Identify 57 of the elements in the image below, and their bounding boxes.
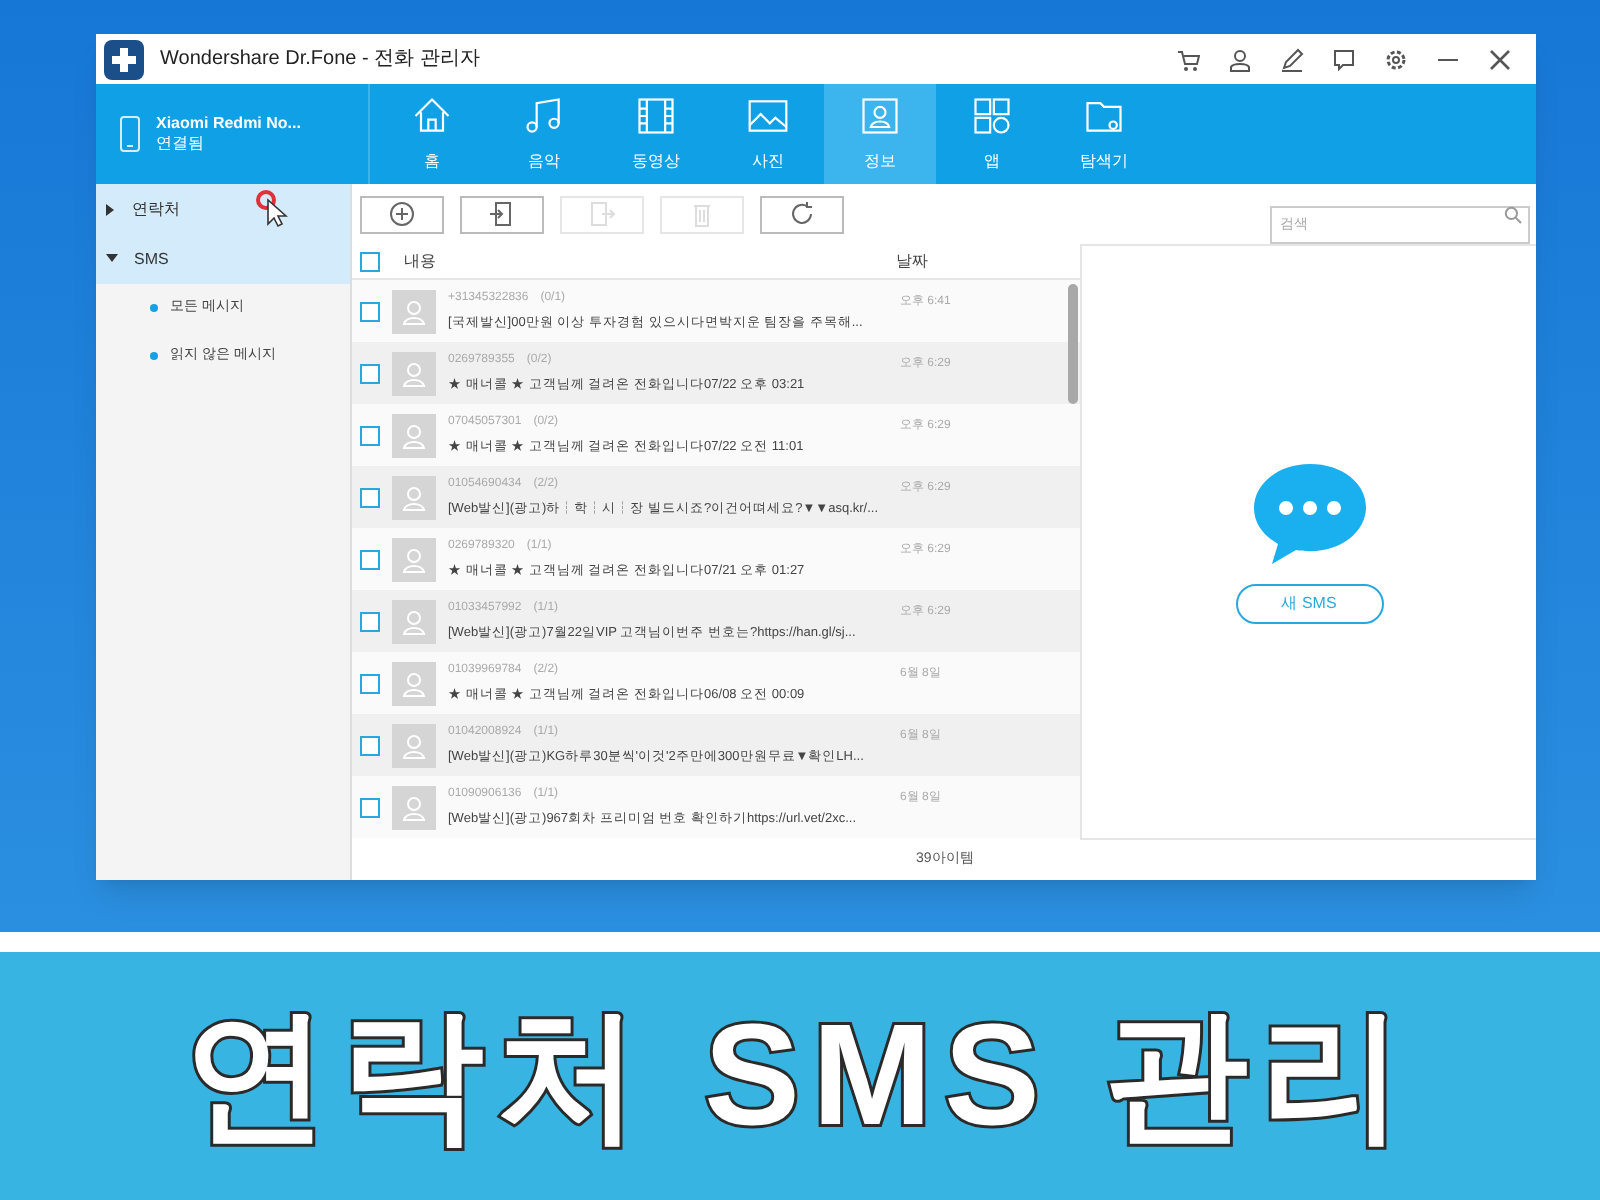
caret-down-icon <box>106 254 118 264</box>
pencil-icon[interactable] <box>1280 47 1304 71</box>
refresh-icon <box>788 200 816 228</box>
search-icon <box>1504 205 1522 223</box>
row-checkbox[interactable] <box>360 301 380 321</box>
window-title: Wondershare Dr.Fone - 전화 관리자 <box>160 46 480 74</box>
app-logo-icon <box>104 39 144 79</box>
avatar-icon <box>392 661 436 705</box>
scrollbar[interactable] <box>1068 284 1078 404</box>
row-checkbox[interactable] <box>360 611 380 631</box>
chat-icon[interactable] <box>1332 47 1356 71</box>
plus-circle-icon <box>388 200 416 228</box>
column-header: 날짜 <box>896 249 928 273</box>
contact-card-icon <box>858 94 902 138</box>
bullet-icon <box>150 304 158 312</box>
toolbar-button[interactable] <box>760 195 844 233</box>
import-icon <box>488 200 516 228</box>
toolbar-button[interactable] <box>360 195 444 233</box>
grid-icon <box>970 94 1014 138</box>
banner-title: 연락처 SMS 관리 <box>183 994 1417 1160</box>
bullet-icon <box>150 352 158 360</box>
film-icon <box>634 94 678 138</box>
picture-icon <box>746 94 790 138</box>
device-status: 연결됨 <box>156 134 206 154</box>
avatar-icon <box>392 413 436 457</box>
phone-icon <box>120 116 140 152</box>
row-checkbox[interactable] <box>360 735 380 755</box>
sidebar-item[interactable]: 연락처 <box>96 184 350 234</box>
avatar-icon <box>392 599 436 643</box>
row-checkbox[interactable] <box>360 549 380 569</box>
row-checkbox[interactable] <box>360 363 380 383</box>
settings-icon[interactable] <box>1384 47 1408 71</box>
toolbar-button[interactable] <box>460 195 544 233</box>
house-icon <box>410 94 454 138</box>
row-checkbox[interactable] <box>360 673 380 693</box>
row-checkbox[interactable] <box>360 797 380 817</box>
trash-icon <box>688 200 716 228</box>
sidebar-item[interactable]: SMS <box>96 234 350 284</box>
select-all-checkbox[interactable] <box>360 251 380 271</box>
cart-icon[interactable] <box>1176 47 1200 71</box>
close-icon[interactable] <box>1488 47 1512 71</box>
music-note-icon <box>522 94 566 138</box>
caret-right-icon <box>106 203 116 215</box>
avatar-icon <box>392 723 436 767</box>
user-icon[interactable] <box>1228 47 1252 71</box>
column-header: 내용 <box>404 249 438 273</box>
avatar-icon <box>392 785 436 829</box>
avatar-icon <box>392 475 436 519</box>
avatar-icon <box>392 351 436 395</box>
mouse-cursor-icon <box>256 190 288 230</box>
row-checkbox[interactable] <box>360 425 380 445</box>
avatar-icon <box>392 537 436 581</box>
avatar-icon <box>392 289 436 333</box>
chat-bubble-icon <box>1251 460 1367 568</box>
export-icon <box>588 200 616 228</box>
row-checkbox[interactable] <box>360 487 380 507</box>
device-name: Xiaomi Redmi No... <box>156 114 301 134</box>
